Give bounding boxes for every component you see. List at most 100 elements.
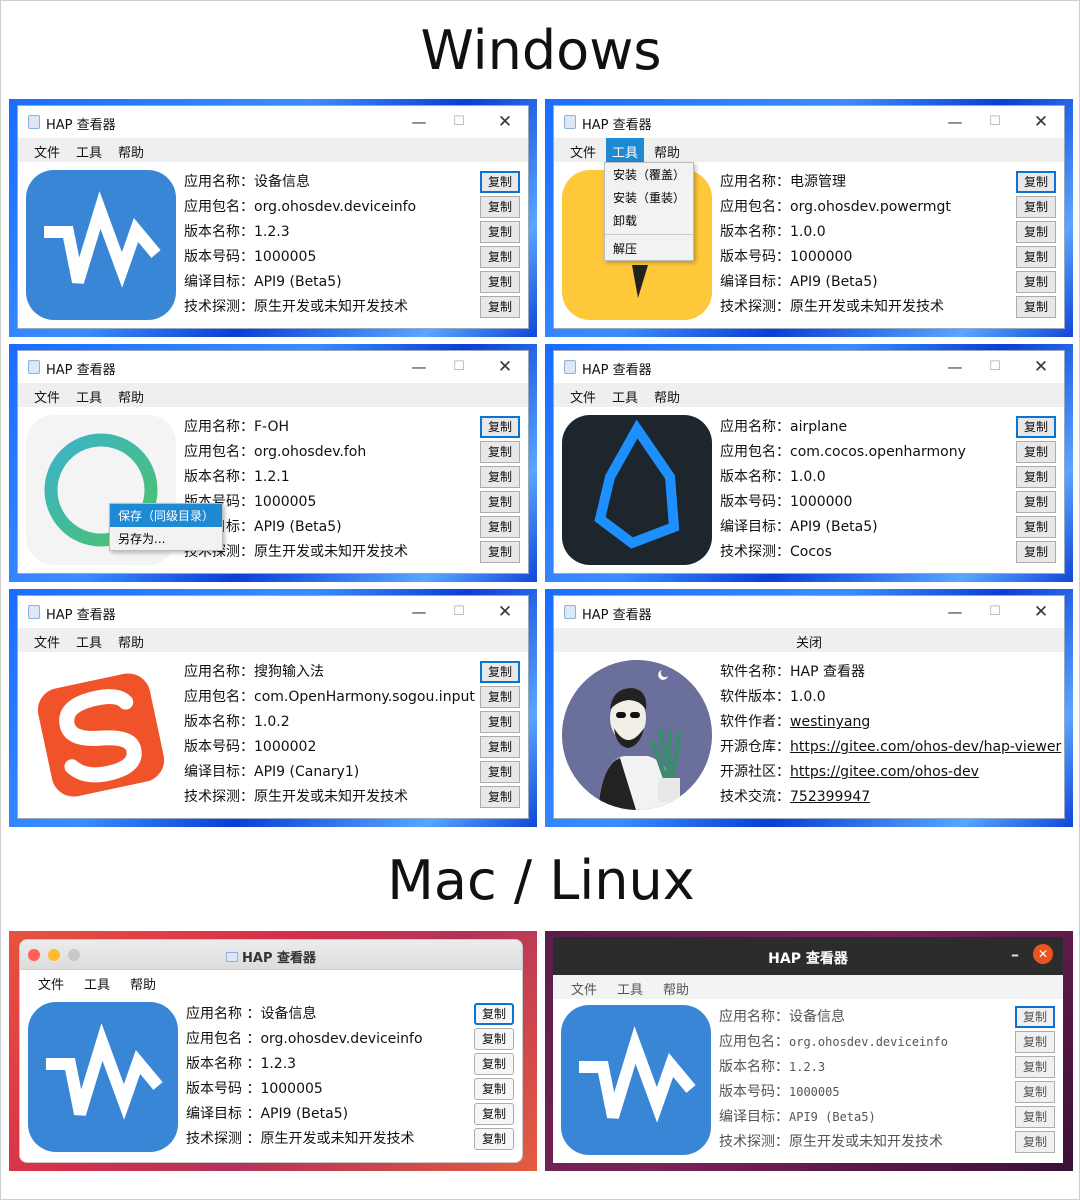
copy-button[interactable]: 复制	[474, 1103, 514, 1125]
copy-button[interactable]: 复制	[480, 171, 520, 193]
copy-button[interactable]: 复制	[480, 711, 520, 733]
menu-file[interactable]: 文件	[571, 979, 597, 998]
copy-button[interactable]: 复制	[480, 661, 520, 683]
copy-button[interactable]: 复制	[474, 1003, 514, 1025]
copy-button[interactable]: 复制	[1016, 416, 1056, 438]
menu-tools[interactable]: 工具	[76, 387, 102, 406]
author-link[interactable]: westinyang	[790, 714, 870, 730]
menu-help[interactable]: 帮助	[118, 142, 144, 161]
menu-file[interactable]: 文件	[38, 974, 64, 993]
maximize-icon[interactable]: ☐	[984, 356, 1006, 378]
menu-help[interactable]: 帮助	[118, 387, 144, 406]
copy-button[interactable]: 复制	[1016, 271, 1056, 293]
hap-app-icon	[28, 605, 40, 619]
minimize-icon[interactable]: —	[944, 356, 966, 378]
chat-group-link[interactable]: 752399947	[790, 789, 870, 805]
copy-button[interactable]: 复制	[1015, 1081, 1055, 1103]
close-icon[interactable]: ✕	[1030, 356, 1052, 378]
minimize-icon[interactable]: —	[408, 601, 430, 623]
copy-button[interactable]: 复制	[480, 736, 520, 758]
value-bundle: org.ohosdev.deviceinfo	[789, 1035, 948, 1049]
close-icon[interactable]: ✕	[1033, 944, 1053, 964]
copy-button[interactable]: 复制	[480, 221, 520, 243]
menu-file[interactable]: 文件	[570, 387, 596, 406]
copy-button[interactable]: 复制	[1016, 441, 1056, 463]
close-icon[interactable]: ✕	[494, 356, 516, 378]
menu-item-uninstall[interactable]: 卸载	[605, 209, 693, 232]
copy-button[interactable]: 复制	[1016, 246, 1056, 268]
close-icon[interactable]: ✕	[1030, 111, 1052, 133]
copy-button[interactable]: 复制	[1016, 516, 1056, 538]
copy-button[interactable]: 复制	[480, 516, 520, 538]
repo-link[interactable]: https://gitee.com/ohos-dev/hap-viewer	[790, 739, 1061, 755]
copy-button[interactable]: 复制	[1016, 491, 1056, 513]
close-icon[interactable]: ✕	[494, 601, 516, 623]
minimize-icon[interactable]: —	[408, 111, 430, 133]
menu-item-install-reinstall[interactable]: 安装（重装）	[605, 186, 693, 209]
copy-button[interactable]: 复制	[474, 1128, 514, 1150]
copy-button[interactable]: 复制	[1015, 1031, 1055, 1053]
about-close-button[interactable]: 关闭	[796, 628, 822, 651]
copy-button[interactable]: 复制	[480, 686, 520, 708]
menu-tools[interactable]: 工具	[84, 974, 110, 993]
maximize-icon[interactable]: ☐	[448, 356, 470, 378]
menu-item-extract[interactable]: 解压	[605, 237, 693, 260]
menu-item-save-same-dir[interactable]: 保存（同级目录）	[110, 504, 222, 527]
menu-file[interactable]: 文件	[34, 142, 60, 161]
copy-button[interactable]: 复制	[480, 416, 520, 438]
copy-button[interactable]: 复制	[480, 441, 520, 463]
copy-button[interactable]: 复制	[480, 271, 520, 293]
menu-file[interactable]: 文件	[34, 387, 60, 406]
hap-app-icon	[564, 360, 576, 374]
maximize-icon[interactable]: ☐	[984, 601, 1006, 623]
maximize-icon[interactable]: ☐	[984, 111, 1006, 133]
copy-button[interactable]: 复制	[1016, 296, 1056, 318]
copy-button[interactable]: 复制	[480, 491, 520, 513]
copy-button[interactable]: 复制	[480, 296, 520, 318]
menu-file[interactable]: 文件	[570, 142, 596, 161]
about-close-bar[interactable]: 关闭	[554, 628, 1064, 652]
menu-tools[interactable]: 工具	[76, 142, 102, 161]
copy-button[interactable]: 复制	[474, 1053, 514, 1075]
close-icon[interactable]: ✕	[1030, 601, 1052, 623]
label-target: 编译目标：	[184, 764, 254, 780]
copy-button[interactable]: 复制	[480, 786, 520, 808]
copy-button[interactable]: 复制	[1016, 171, 1056, 193]
copy-button[interactable]: 复制	[480, 466, 520, 488]
copy-button[interactable]: 复制	[1015, 1131, 1055, 1153]
minimize-icon[interactable]: —	[944, 601, 966, 623]
copy-button[interactable]: 复制	[1016, 196, 1056, 218]
copy-button[interactable]: 复制	[1015, 1006, 1055, 1028]
copy-button[interactable]: 复制	[480, 196, 520, 218]
minimize-icon[interactable]: –	[1011, 945, 1019, 964]
maximize-icon[interactable]: ☐	[448, 601, 470, 623]
screenshot-linux: HAP 查看器 – ✕ 文件 工具 帮助 应用名称：设备信息 应用包名：org.…	[545, 931, 1073, 1171]
copy-button[interactable]: 复制	[480, 246, 520, 268]
menu-item-install-overwrite[interactable]: 安装（覆盖）	[605, 163, 693, 186]
menu-help[interactable]: 帮助	[654, 142, 680, 161]
minimize-icon[interactable]: —	[408, 356, 430, 378]
copy-button[interactable]: 复制	[480, 541, 520, 563]
menu-help[interactable]: 帮助	[118, 632, 144, 651]
copy-button[interactable]: 复制	[480, 761, 520, 783]
menu-tools[interactable]: 工具	[606, 138, 645, 162]
menu-help[interactable]: 帮助	[654, 387, 680, 406]
copy-button[interactable]: 复制	[1016, 466, 1056, 488]
menu-file[interactable]: 文件	[34, 632, 60, 651]
copy-button[interactable]: 复制	[474, 1028, 514, 1050]
minimize-icon[interactable]: —	[944, 111, 966, 133]
close-icon[interactable]: ✕	[494, 111, 516, 133]
copy-button[interactable]: 复制	[1016, 541, 1056, 563]
community-link[interactable]: https://gitee.com/ohos-dev	[790, 764, 979, 780]
copy-button[interactable]: 复制	[1015, 1056, 1055, 1078]
copy-button[interactable]: 复制	[1016, 221, 1056, 243]
menu-item-save-as[interactable]: 另存为...	[110, 527, 222, 550]
copy-button[interactable]: 复制	[474, 1078, 514, 1100]
maximize-icon[interactable]: ☐	[448, 111, 470, 133]
menu-tools[interactable]: 工具	[612, 387, 638, 406]
menu-help[interactable]: 帮助	[130, 974, 156, 993]
copy-button[interactable]: 复制	[1015, 1106, 1055, 1128]
menu-help[interactable]: 帮助	[663, 979, 689, 998]
menu-tools[interactable]: 工具	[617, 979, 643, 998]
menu-tools[interactable]: 工具	[76, 632, 102, 651]
